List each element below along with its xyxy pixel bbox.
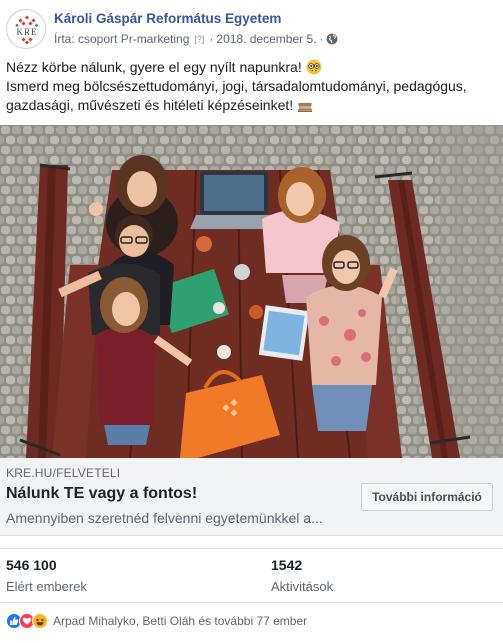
post-date[interactable]: 2018. december 5.: [216, 32, 316, 46]
learn-more-button[interactable]: További információ: [361, 483, 493, 511]
books-emoji-icon: [298, 103, 313, 112]
post-text: Nézz körbe nálunk, gyere el egy nyílt na…: [6, 58, 496, 115]
post-insights: 546 100 Elért emberek 1542 Aktivitások: [0, 549, 503, 601]
link-description: Amennyiben szeretnéd felvenni egyetemünk…: [6, 510, 323, 526]
link-title[interactable]: Nálunk TE vagy a fontos!: [6, 485, 197, 503]
engagement-value: 1542: [271, 557, 303, 573]
reach-value: 546 100: [6, 557, 57, 573]
post-meta: Írta: csoport Pr-marketing [?] · 2018. d…: [54, 32, 338, 46]
meta-separator: ·: [209, 32, 214, 46]
page-avatar[interactable]: KRE: [6, 9, 46, 49]
engagement-stat[interactable]: 1542 Aktivitások: [271, 557, 333, 594]
post-line-2-text: Ismerd meg bölcsészettudományi, jogi, tá…: [6, 78, 467, 113]
help-marker[interactable]: [?]: [192, 34, 206, 44]
globe-icon[interactable]: [326, 33, 338, 45]
reactions-bar[interactable]: Arpad Mihalyko, Betti Oláh és további 77…: [6, 613, 307, 629]
link-domain: KRE.HU/FELVETELI: [6, 466, 121, 480]
post-line-2: Ismerd meg bölcsészettudományi, jogi, tá…: [6, 77, 496, 115]
link-preview[interactable]: KRE.HU/FELVETELI Nálunk TE vagy a fontos…: [0, 458, 503, 536]
post-header: KRE Károli Gáspár Református Egyetem Írt…: [0, 0, 503, 52]
haha-icon[interactable]: [32, 613, 48, 629]
facebook-post: KRE Károli Gáspár Református Egyetem Írt…: [0, 0, 503, 643]
author-text[interactable]: Írta: csoport Pr-marketing: [54, 32, 189, 46]
students-at-table-image: [0, 125, 503, 458]
reactions-summary[interactable]: Arpad Mihalyko, Betti Oláh és további 77…: [53, 614, 307, 628]
logo-text: KRE: [17, 27, 38, 37]
kre-logo-icon: KRE: [8, 11, 45, 48]
page-name-link[interactable]: Károli Gáspár Református Egyetem: [54, 11, 281, 26]
stats-divider-bottom: [0, 602, 503, 603]
reach-label: Elért emberek: [6, 579, 87, 594]
post-line-1: Nézz körbe nálunk, gyere el egy nyílt na…: [6, 58, 496, 77]
post-line-1-text: Nézz körbe nálunk, gyere el egy nyílt na…: [6, 59, 302, 75]
nerd-face-emoji-icon: [306, 59, 322, 75]
post-photo[interactable]: [0, 125, 503, 458]
engagement-label: Aktivitások: [271, 579, 334, 594]
reach-stat[interactable]: 546 100 Elért emberek: [6, 557, 87, 594]
meta-separator-2: ·: [319, 32, 324, 46]
